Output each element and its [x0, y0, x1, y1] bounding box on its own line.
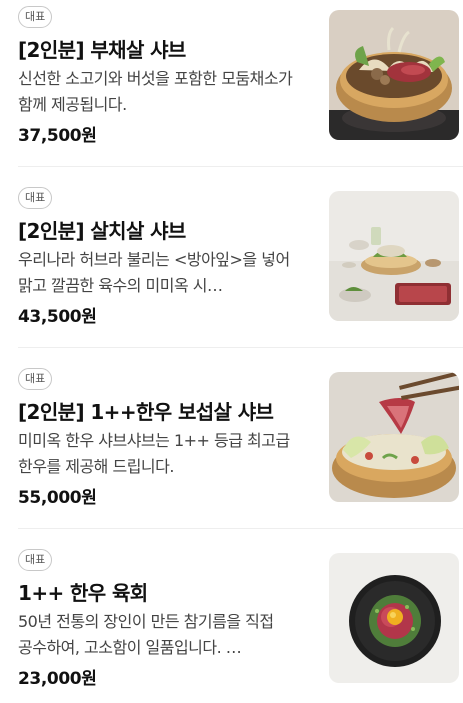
- menu-item-description: 50년 전통의 장인이 만든 참기름을 직접 공수하여, 고소함이 일품입니다.…: [18, 612, 274, 657]
- menu-item-name: [2인분] 1++한우 보섭살 샤브: [18, 400, 274, 424]
- divider: [18, 166, 463, 167]
- signature-badge: 대표: [18, 187, 53, 209]
- menu-item-price: 43,500원: [18, 307, 97, 327]
- menu-item-photo: [329, 191, 459, 321]
- menu-item-price: 55,000원: [18, 488, 97, 508]
- menu-item-name: [2인분] 부채살 샤브: [18, 38, 186, 62]
- menu-item-hanwoo-yukhoe[interactable]: 대표 1++ 한우 육회 50년 전통의 장인이 만든 참기름을 직접 공수하여…: [0, 543, 463, 703]
- signature-badge: 대표: [18, 549, 53, 571]
- menu-item-description: 미미옥 한우 샤브샤브는 1++ 등급 최고급 한우를 제공해 드립니다.: [18, 431, 290, 476]
- menu-item-photo: [329, 372, 459, 502]
- menu-item-description: 우리나라 허브라 불리는 <방아잎>을 넣어 맑고 깔끔한 육수의 미미옥 시…: [18, 250, 290, 295]
- signature-badge: 대표: [18, 368, 53, 390]
- divider: [18, 528, 463, 529]
- menu-item-salchisal-shabu[interactable]: 대표 [2인분] 살치살 샤브 우리나라 허브라 불리는 <방아잎>을 넣어 맑…: [0, 181, 463, 347]
- menu-item-photo: [329, 553, 459, 683]
- menu-item-buchaesal-shabu[interactable]: 대표 [2인분] 부채살 샤브 신선한 소고기와 버섯을 포함한 모둠채소가 함…: [0, 0, 463, 166]
- menu-item-photo: [329, 10, 459, 140]
- divider: [18, 347, 463, 348]
- menu-item-price: 23,000원: [18, 669, 97, 689]
- menu-item-hanwoo-boseopsal-shabu[interactable]: 대표 [2인분] 1++한우 보섭살 샤브 미미옥 한우 샤브샤브는 1++ 등…: [0, 362, 463, 528]
- menu-item-price: 37,500원: [18, 126, 97, 146]
- signature-badge: 대표: [18, 6, 53, 28]
- menu-item-name: 1++ 한우 육회: [18, 581, 148, 605]
- menu-item-description: 신선한 소고기와 버섯을 포함한 모둠채소가 함께 제공됩니다.: [18, 69, 293, 114]
- menu-item-name: [2인분] 살치살 샤브: [18, 219, 186, 243]
- menu-list: 대표 [2인분] 부채살 샤브 신선한 소고기와 버섯을 포함한 모둠채소가 함…: [0, 0, 463, 703]
